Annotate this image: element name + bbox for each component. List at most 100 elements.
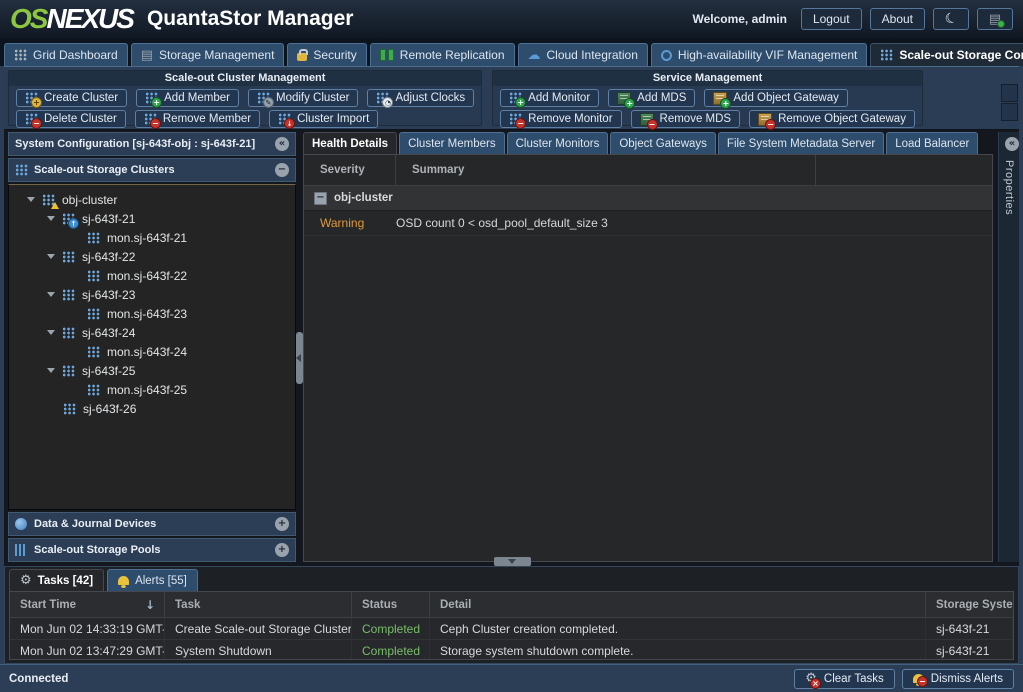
ribbon-overflow-button-bottom[interactable] — [1001, 103, 1018, 121]
task-row[interactable]: Mon Jun 02 14:33:19 GMT-500… Create Scal… — [10, 618, 1013, 640]
cluster-import-button[interactable]: Cluster Import — [269, 110, 378, 128]
disk-icon — [15, 518, 27, 530]
main-nav-tabbar: Grid Dashboard ▤ Storage Management Secu… — [0, 38, 1023, 66]
add-mds-button[interactable]: Add MDS — [608, 89, 695, 107]
detail-cell: Ceph Cluster creation completed. — [430, 618, 926, 639]
table-row-warning[interactable]: Warning OSD count 0 < osd_pool_default_s… — [304, 211, 992, 236]
bottom-tabbar: ⚙ Tasks [42] Alerts [55] — [5, 567, 1018, 591]
create-cluster-button[interactable]: Create Cluster — [16, 89, 127, 107]
tab-ha-vif-management[interactable]: High-availability VIF Management — [651, 43, 867, 66]
expand-properties-icon[interactable]: « — [1005, 137, 1019, 151]
tree-item-member[interactable]: sj-643f-24 — [9, 323, 295, 342]
about-button[interactable]: About — [870, 8, 925, 30]
tab-label: Cloud Integration — [547, 48, 638, 62]
tree-item-obj-cluster[interactable]: obj-cluster — [9, 190, 295, 209]
clear-tasks-button[interactable]: ⚙ Clear Tasks — [794, 669, 895, 689]
tab-label: Storage Management — [159, 48, 274, 62]
column-storage-system[interactable]: Storage System — [926, 592, 1013, 617]
column-severity[interactable]: Severity — [304, 155, 396, 185]
tree-item-member[interactable]: sj-643f-25 — [9, 361, 295, 380]
properties-side-tab[interactable]: « Properties — [998, 132, 1019, 562]
cloud-icon: ☁ — [528, 49, 541, 62]
tab-health-details[interactable]: Health Details — [303, 132, 397, 154]
theme-toggle-button[interactable]: ☾ — [933, 8, 969, 30]
tree-expand-arrow[interactable] — [47, 368, 55, 373]
ribbon-toolbar: Scale-out Cluster Management Create Clus… — [4, 66, 1019, 130]
delete-cluster-button[interactable]: Delete Cluster — [16, 110, 126, 128]
column-detail[interactable]: Detail — [430, 592, 926, 617]
tree-item-member[interactable]: sj-643f-22 — [9, 247, 295, 266]
tab-grid-dashboard[interactable]: Grid Dashboard — [4, 43, 128, 66]
tab-security[interactable]: Security — [287, 43, 366, 66]
tab-tasks[interactable]: ⚙ Tasks [42] — [9, 569, 104, 591]
group-row-obj-cluster[interactable]: − obj-cluster — [304, 186, 992, 211]
tree-expand-arrow[interactable] — [27, 197, 35, 202]
group-collapse-icon[interactable]: − — [314, 192, 327, 205]
add-member-button[interactable]: Add Member — [136, 89, 239, 107]
tab-cluster-monitors[interactable]: Cluster Monitors — [507, 132, 609, 154]
expand-section-icon[interactable]: + — [275, 543, 289, 557]
collapse-panel-icon[interactable]: « — [275, 137, 289, 151]
tab-load-balancer[interactable]: Load Balancer — [886, 132, 978, 154]
section-scaleout-storage-pools[interactable]: Scale-out Storage Pools + — [8, 538, 296, 562]
tree-item-member[interactable]: sj-643f-23 — [9, 285, 295, 304]
tab-object-gateways[interactable]: Object Gateways — [610, 132, 716, 154]
app-header: OSNEXUS QuantaStor Manager Welcome, admi… — [0, 0, 1023, 38]
tree-item-member[interactable]: sj-643f-26 — [9, 399, 295, 418]
tab-alerts[interactable]: Alerts [55] — [107, 569, 198, 591]
vertical-splitter-handle[interactable] — [296, 332, 303, 384]
tree-item-monitor[interactable]: mon.sj-643f-24 — [9, 342, 295, 361]
remove-monitor-button[interactable]: Remove Monitor — [500, 110, 621, 128]
column-task[interactable]: Task — [165, 592, 352, 617]
column-summary[interactable]: Summary — [396, 155, 816, 185]
tab-scaleout-storage-configuration[interactable]: Scale-out Storage Configuration — [870, 43, 1023, 66]
tab-fs-metadata-server[interactable]: File System Metadata Server — [718, 132, 884, 154]
tree-item-monitor[interactable]: mon.sj-643f-25 — [9, 380, 295, 399]
connection-status: Connected — [9, 673, 68, 685]
appliance-status-button[interactable]: ▤ — [977, 8, 1013, 30]
column-start-time[interactable]: Start Time ↓ — [10, 592, 165, 617]
remove-object-gateway-button[interactable]: Remove Object Gateway — [749, 110, 915, 128]
ribbon-overflow-button-top[interactable] — [1001, 84, 1018, 102]
section-scaleout-storage-clusters[interactable]: Scale-out Storage Clusters − — [8, 158, 296, 182]
remove-member-button[interactable]: Remove Member — [135, 110, 260, 128]
expand-section-icon[interactable]: + — [275, 517, 289, 531]
remove-mds-button[interactable]: Remove MDS — [631, 110, 741, 128]
tree-item-monitor[interactable]: mon.sj-643f-22 — [9, 266, 295, 285]
tree-item-monitor[interactable]: mon.sj-643f-23 — [9, 304, 295, 323]
start-time-cell: Mon Jun 02 14:33:19 GMT-500… — [10, 618, 165, 639]
severity-cell: Warning — [304, 216, 396, 230]
tree-expand-arrow[interactable] — [47, 330, 55, 335]
collapse-section-icon[interactable]: − — [275, 163, 289, 177]
tree-expand-arrow[interactable] — [47, 216, 55, 221]
tasks-table-header: Start Time ↓ Task Status Detail Storage … — [10, 592, 1013, 618]
system-configuration-title: System Configuration [sj-643f-obj : sj-6… — [15, 138, 255, 150]
logout-button[interactable]: Logout — [801, 8, 862, 30]
dismiss-alerts-button[interactable]: Dismiss Alerts — [902, 669, 1014, 689]
tab-cluster-members[interactable]: Cluster Members — [399, 132, 505, 154]
detail-cell: Storage system shutdown complete. — [430, 640, 926, 660]
main-content-panel: Health Details Cluster Members Cluster M… — [303, 132, 993, 562]
clusters-grid-icon — [15, 164, 28, 176]
modify-cluster-button[interactable]: Modify Cluster — [248, 89, 359, 107]
section-data-journal-devices[interactable]: Data & Journal Devices + — [8, 512, 296, 536]
tab-remote-replication[interactable]: Remote Replication — [370, 43, 515, 66]
horizontal-splitter-handle[interactable] — [494, 557, 531, 566]
system-configuration-panel: System Configuration [sj-643f-obj : sj-6… — [8, 132, 296, 562]
start-time-cell: Mon Jun 02 13:47:29 GMT-500… — [10, 640, 165, 660]
header-controls: Welcome, admin Logout About ☾ ▤ — [692, 8, 1013, 30]
sort-desc-icon[interactable]: ↓ — [145, 598, 155, 612]
tab-storage-management[interactable]: ▤ Storage Management — [131, 43, 285, 66]
add-monitor-button[interactable]: Add Monitor — [500, 89, 599, 107]
add-object-gateway-button[interactable]: Add Object Gateway — [704, 89, 847, 107]
task-row[interactable]: Mon Jun 02 13:47:29 GMT-500… System Shut… — [10, 640, 1013, 660]
member-icon — [62, 251, 75, 263]
adjust-clocks-button[interactable]: Adjust Clocks — [367, 89, 474, 107]
column-status[interactable]: Status — [352, 592, 430, 617]
tab-cloud-integration[interactable]: ☁ Cloud Integration — [518, 43, 648, 66]
window-edge-right — [1019, 38, 1023, 692]
tree-expand-arrow[interactable] — [47, 254, 55, 259]
tree-expand-arrow[interactable] — [47, 292, 55, 297]
tree-item-monitor[interactable]: mon.sj-643f-21 — [9, 228, 295, 247]
tree-item-member[interactable]: sj-643f-21 — [9, 209, 295, 228]
